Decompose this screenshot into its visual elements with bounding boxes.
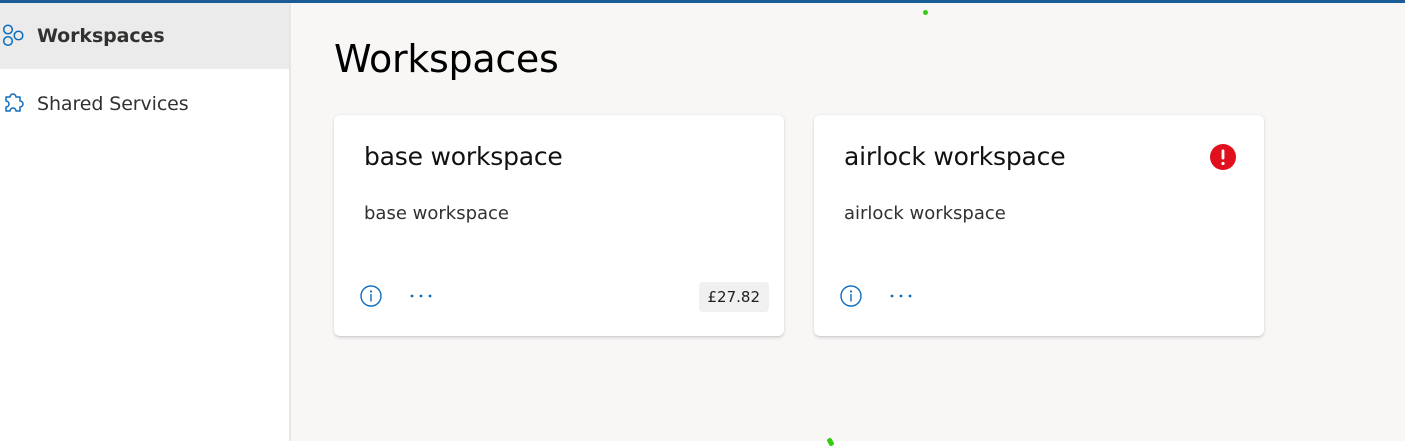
card-title: airlock workspace xyxy=(844,142,1066,171)
card-description: airlock workspace xyxy=(844,203,1006,224)
sidebar-item-label: Shared Services xyxy=(37,93,189,115)
info-icon[interactable] xyxy=(360,285,382,307)
more-options-icon[interactable] xyxy=(408,285,434,307)
puzzle-icon xyxy=(0,91,26,117)
sidebar-item-workspaces[interactable]: Workspaces xyxy=(0,3,289,69)
cost-badge: £27.82 xyxy=(698,282,769,312)
cursor-speck xyxy=(923,10,928,15)
sidebar-item-label: Workspaces xyxy=(37,25,165,47)
page-title: Workspaces xyxy=(334,37,559,81)
more-options-icon[interactable] xyxy=(888,285,914,307)
workspace-card-base[interactable]: base workspace base workspace £27.82 xyxy=(334,115,784,336)
sidebar-item-shared-services[interactable]: Shared Services xyxy=(0,71,289,137)
info-icon[interactable] xyxy=(840,285,862,307)
workspace-card-airlock[interactable]: airlock workspace airlock workspace xyxy=(814,115,1264,336)
card-description: base workspace xyxy=(364,203,509,224)
card-title: base workspace xyxy=(364,142,563,171)
main-content: Workspaces base workspace base workspace… xyxy=(291,3,1405,441)
error-icon[interactable] xyxy=(1210,144,1236,170)
sidebar: Workspaces Shared Services xyxy=(0,3,291,441)
workspaces-icon xyxy=(0,23,26,49)
